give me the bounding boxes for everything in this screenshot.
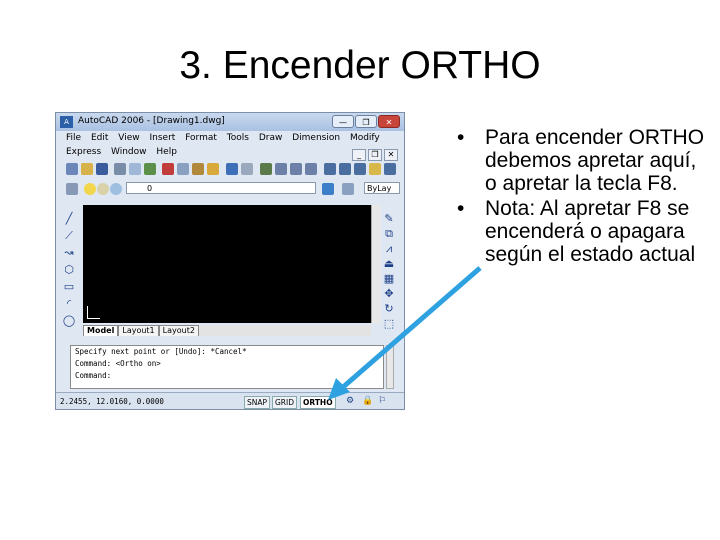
arrow-shaft	[340, 266, 482, 390]
pointer-arrow	[328, 266, 482, 400]
